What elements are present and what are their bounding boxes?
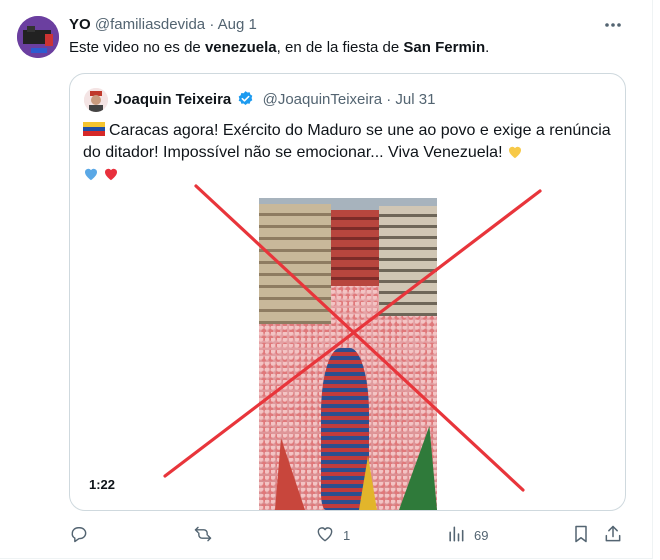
post-date[interactable]: Aug 1: [218, 16, 257, 33]
post-text: Este video no es de venezuela, en de la …: [69, 38, 489, 58]
repost-button[interactable]: [193, 522, 213, 548]
post-text-part: Este video no es de: [69, 39, 205, 56]
post-text-part: .: [485, 39, 490, 56]
reply-icon: [69, 524, 89, 547]
video-player[interactable]: [259, 198, 437, 510]
ellipsis-icon[interactable]: [600, 16, 626, 34]
avatar-image: [17, 16, 59, 58]
views-button[interactable]: 69: [446, 522, 488, 548]
action-bar: 1 69: [69, 522, 629, 548]
bookmark-button[interactable]: [571, 522, 591, 548]
quoted-author-name[interactable]: Joaquin Teixeira: [114, 91, 231, 108]
quoted-text-body: Caracas agora! Exército do Maduro se une…: [83, 122, 611, 161]
post-text-part: , en de la fiesta de: [276, 39, 404, 56]
reply-button[interactable]: [69, 522, 89, 548]
share-icon: [603, 524, 623, 547]
verified-badge-icon: [237, 90, 254, 107]
video-building-right: [379, 206, 437, 316]
post-text-bold: venezuela: [204, 39, 277, 56]
like-button[interactable]: 1: [315, 522, 350, 548]
like-count: 1: [343, 527, 351, 543]
bookmark-icon: [571, 524, 591, 547]
blue-heart-icon: [83, 166, 99, 181]
author-handle[interactable]: @familiasdevida: [95, 16, 205, 33]
video-duration: 1:22: [89, 477, 116, 492]
quoted-header: Joaquin Teixeira @JoaquinTeixeira · Jul …: [114, 90, 435, 110]
quoted-author-avatar[interactable]: [84, 88, 108, 112]
venezuela-flag-icon: [83, 122, 105, 136]
views-count: 69: [474, 527, 489, 543]
repost-icon: [193, 524, 213, 547]
quoted-date[interactable]: Jul 31: [395, 91, 435, 108]
video-building-left: [259, 204, 331, 324]
quoted-avatar-image: [84, 88, 108, 112]
header-separator: ·: [209, 16, 215, 33]
heart-icon: [315, 524, 335, 547]
post-header: YO @familiasdevida · Aug 1: [69, 15, 257, 35]
quoted-text: Caracas agora! Exército do Maduro se une…: [83, 120, 613, 186]
share-button[interactable]: [603, 522, 623, 548]
yellow-heart-icon: [507, 144, 523, 159]
post-text-bold: San Fermin: [403, 39, 486, 56]
video-procession: [321, 348, 369, 510]
quoted-handle[interactable]: @JoaquinTeixeira: [263, 91, 382, 108]
views-chart-icon: [446, 524, 466, 547]
author-name[interactable]: YO: [69, 16, 91, 33]
quoted-separator: ·: [386, 91, 392, 108]
video-building-red: [331, 210, 379, 286]
author-avatar[interactable]: [17, 16, 59, 58]
quoted-post[interactable]: Joaquin Teixeira @JoaquinTeixeira · Jul …: [69, 73, 626, 511]
red-heart-icon: [103, 166, 119, 181]
